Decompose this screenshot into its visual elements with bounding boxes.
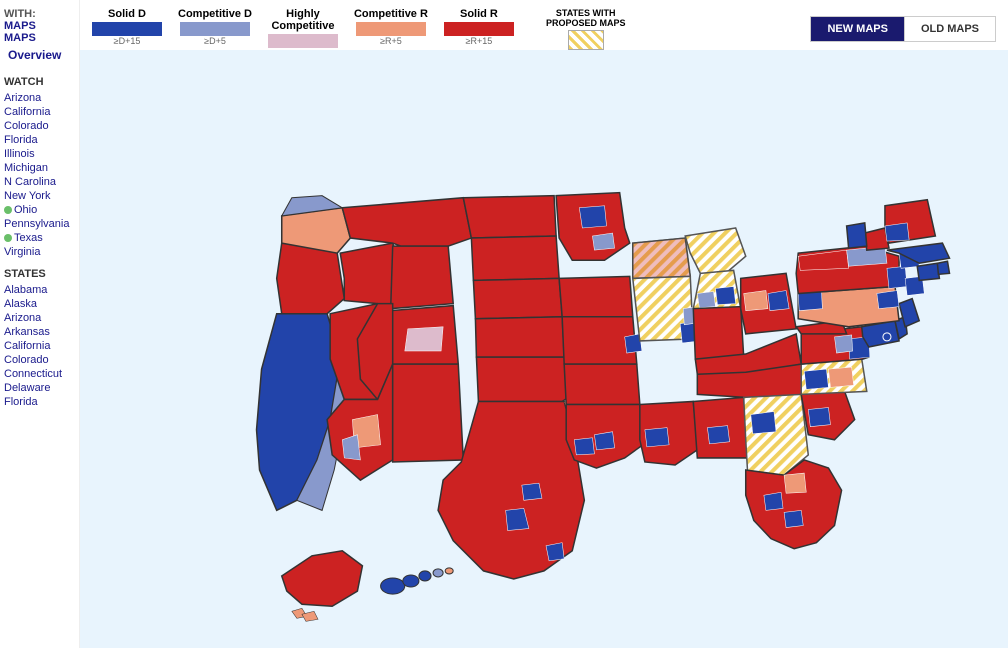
competitive-r-swatch [356,22,426,36]
solid-d-swatch [92,22,162,36]
maps-link-1[interactable]: MAPS [4,20,75,32]
competitive-r-sublabel: ≥R+5 [380,36,402,46]
main-content: Solid D ≥D+15 Competitive D ≥D+5 HighlyC… [80,0,1008,648]
sidebar-item-nc-watch[interactable]: N Carolina [4,176,75,188]
sidebar-item-connecticut[interactable]: Connecticut [4,368,75,380]
sidebar-item-arkansas[interactable]: Arkansas [4,326,75,338]
sidebar-item-ohio-watch[interactable]: Ohio [4,204,75,216]
solid-r-label: Solid R [460,8,498,20]
proposed-label: STATES WITHPROPOSED MAPS [546,8,626,28]
sidebar-item-michigan-watch[interactable]: Michigan [4,162,75,174]
state-sd[interactable] [471,236,559,280]
competitive-r-label: Competitive R [354,8,428,20]
highly-competitive-swatch [268,34,338,48]
legend-bar: Solid D ≥D+15 Competitive D ≥D+5 HighlyC… [80,0,1008,50]
legend-highly-competitive: HighlyCompetitive [268,8,338,48]
sidebar-item-colorado-watch[interactable]: Colorado [4,120,75,132]
legend-solid-d: Solid D ≥D+15 [92,8,162,46]
map-svg [80,50,1008,648]
sidebar-item-alaska[interactable]: Alaska [4,298,75,310]
legend-proposed: STATES WITHPROPOSED MAPS [546,8,626,50]
state-ar[interactable] [564,364,640,404]
maps-link-2[interactable]: MAPS [4,32,75,44]
sidebar-item-illinois-watch[interactable]: Illinois [4,148,75,160]
sidebar-item-california-states[interactable]: California [4,340,75,352]
state-ok[interactable] [476,357,568,401]
district-dc [883,333,891,341]
competitive-d-swatch [180,22,250,36]
sidebar-item-delaware[interactable]: Delaware [4,382,75,394]
watch-header: WATCH [4,76,75,88]
old-maps-button[interactable]: OLD MAPS [904,17,995,41]
state-or[interactable] [277,243,345,314]
competitive-d-label: Competitive D [178,8,252,20]
sidebar: WITH: MAPS MAPS Overview WATCH Arizona C… [0,0,80,648]
sidebar-item-texas-watch[interactable]: Texas [4,232,75,244]
state-in[interactable] [693,307,743,359]
state-wi-proposed[interactable] [633,238,690,278]
state-ri[interactable] [937,261,949,274]
sidebar-item-california-watch[interactable]: California [4,106,75,118]
state-ga[interactable] [744,394,809,475]
state-ks[interactable] [475,317,564,357]
sidebar-item-ny-watch[interactable]: New York [4,190,75,202]
sidebar-item-colorado-states[interactable]: Colorado [4,354,75,366]
state-nm[interactable] [393,364,464,462]
states-header: STATES [4,268,75,280]
sidebar-item-florida-states[interactable]: Florida [4,396,75,408]
solid-r-swatch [444,22,514,36]
map-toggle: NEW MAPS OLD MAPS [810,16,996,42]
overview-link[interactable]: Overview [4,44,75,66]
sidebar-item-arizona-states[interactable]: Arizona [4,312,75,324]
sidebar-item-pa-watch[interactable]: Pennsylvania [4,218,75,230]
legend-competitive-r: Competitive R ≥R+5 [354,8,428,46]
competitive-d-sublabel: ≥D+5 [204,36,226,46]
state-ia[interactable] [559,276,633,316]
solid-r-sublabel: ≥R+15 [466,36,493,46]
state-ct[interactable] [917,263,939,280]
texas-dot-icon [4,234,12,242]
us-map[interactable] [80,50,1008,648]
sidebar-item-alabama[interactable]: Alabama [4,284,75,296]
state-wy[interactable] [391,246,454,309]
ohio-dot-icon [4,206,12,214]
new-maps-button[interactable]: NEW MAPS [811,17,904,41]
legend-solid-r: Solid R ≥R+15 [444,8,514,46]
sidebar-item-virginia-watch[interactable]: Virginia [4,246,75,258]
sidebar-item-florida-watch[interactable]: Florida [4,134,75,146]
legend-items: Solid D ≥D+15 Competitive D ≥D+5 HighlyC… [92,8,782,50]
sidebar-item-arizona-watch[interactable]: Arizona [4,92,75,104]
state-nd[interactable] [463,196,556,238]
highly-competitive-label: HighlyCompetitive [271,8,334,32]
state-vt[interactable] [847,223,867,248]
state-ne[interactable] [473,278,562,318]
solid-d-label: Solid D [108,8,146,20]
solid-d-sublabel: ≥D+15 [114,36,141,46]
legend-competitive-d: Competitive D ≥D+5 [178,8,252,46]
with-label: WITH: MAPS MAPS [4,8,75,44]
proposed-swatch [568,30,604,50]
